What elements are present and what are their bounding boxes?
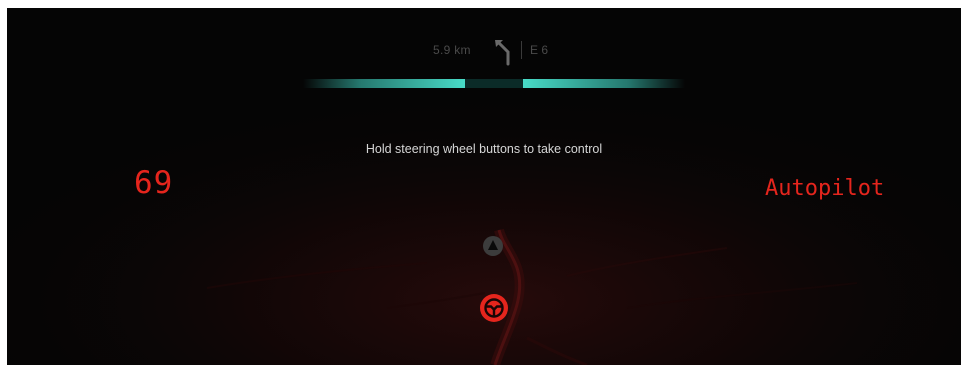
- steering-wheel-icon: [480, 294, 508, 322]
- nav-divider: [521, 41, 522, 59]
- lane-segment-right: [523, 79, 685, 88]
- sharp-left-turn-arrow-icon: [495, 40, 510, 66]
- drive-mode-label: Autopilot: [765, 176, 885, 201]
- navigation-turn-info: 5.9 km E 6: [7, 36, 961, 66]
- lane-segment-left: [303, 79, 465, 88]
- car-position-marker-icon: [483, 236, 503, 256]
- nav-distance: 5.9 km: [433, 43, 471, 57]
- speed-readout: 69: [134, 165, 174, 201]
- lane-segment-center: [465, 79, 523, 88]
- nav-road-name: E 6: [530, 43, 549, 57]
- instrument-cluster-display: 5.9 km E 6 Hold steering wheel buttons t…: [7, 8, 961, 365]
- takeover-message: Hold steering wheel buttons to take cont…: [365, 142, 603, 156]
- lane-guidance-bar: [303, 79, 685, 88]
